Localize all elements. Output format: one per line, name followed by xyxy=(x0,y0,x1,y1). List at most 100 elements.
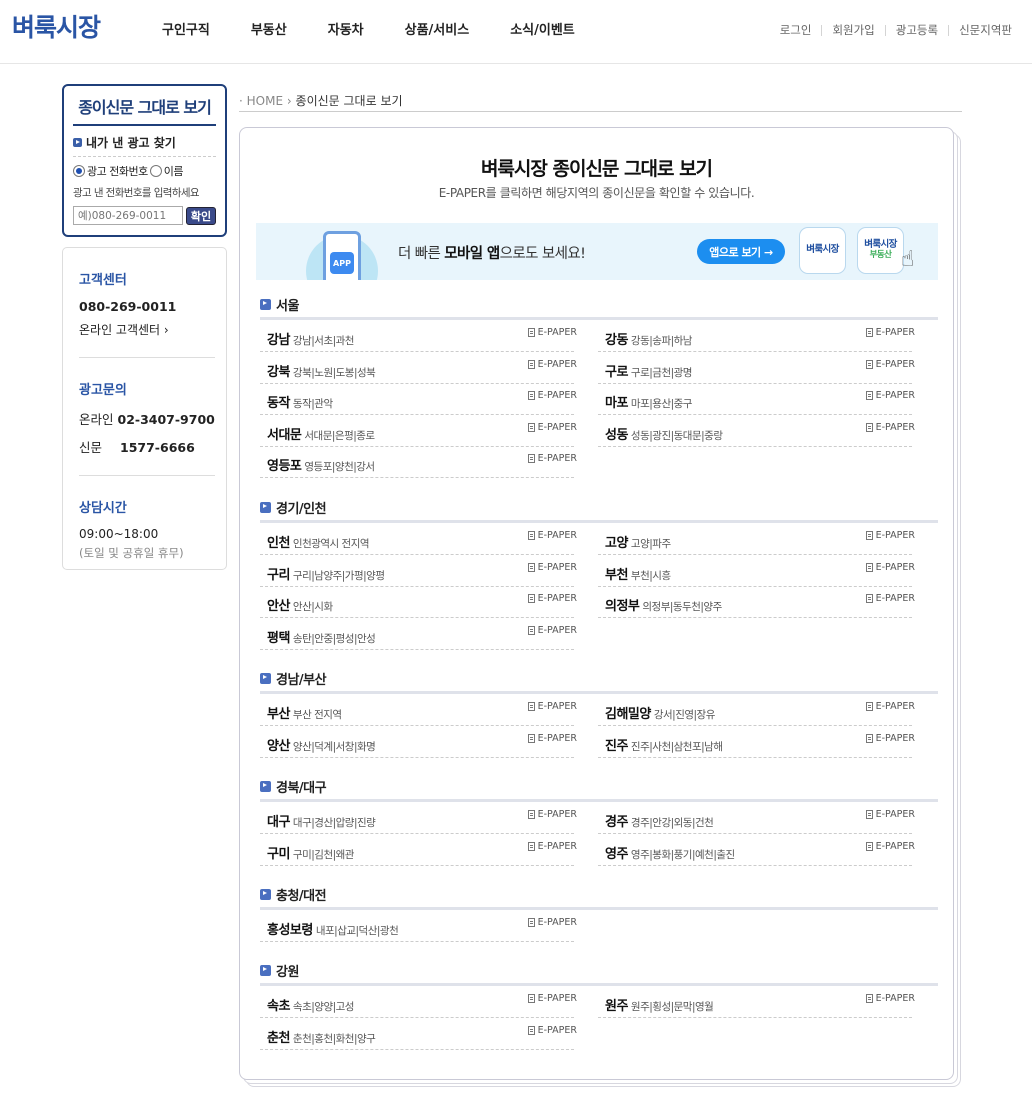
city-label[interactable]: 춘천 춘천|홍천|화천|양구 xyxy=(267,1027,376,1046)
region-item[interactable]: 성동 성동|광진|동대문|중랑 E-PAPER xyxy=(598,415,915,447)
city-label[interactable]: 평택 송탄|안중|평성|안성 xyxy=(267,627,376,646)
epaper-link[interactable]: E-PAPER xyxy=(865,390,915,401)
region-item[interactable]: 부산 부산 전지역 E-PAPER xyxy=(260,694,577,726)
city-label[interactable]: 강북 강북|노원|도봉|성북 xyxy=(267,361,376,380)
login-link[interactable]: 로그인 xyxy=(780,22,812,38)
epaper-link[interactable]: E-PAPER xyxy=(527,733,577,744)
city-label[interactable]: 구리 구리|남양주|가평|양평 xyxy=(267,564,385,583)
radio-phone[interactable] xyxy=(73,165,85,177)
epaper-link[interactable]: E-PAPER xyxy=(865,701,915,712)
epaper-link[interactable]: E-PAPER xyxy=(527,453,577,464)
nav-cars[interactable]: 자동차 xyxy=(328,19,364,38)
phone-search-input[interactable] xyxy=(73,206,183,225)
radio-name-label[interactable]: 이름 xyxy=(164,163,184,179)
city-label[interactable]: 의정부 의정부|동두천|양주 xyxy=(605,595,722,614)
epaper-link[interactable]: E-PAPER xyxy=(527,562,577,573)
epaper-link[interactable]: E-PAPER xyxy=(527,593,577,604)
epaper-link[interactable]: E-PAPER xyxy=(865,562,915,573)
online-customer-center-link[interactable]: 온라인 고객센터 › xyxy=(79,321,215,338)
city-label[interactable]: 원주 원주|횡성|문막|영월 xyxy=(605,995,714,1014)
region-item[interactable]: 경주 경주|안강|외동|건천 E-PAPER xyxy=(598,802,915,834)
region-item[interactable]: 김해밀양 강서|진영|장유 E-PAPER xyxy=(598,694,915,726)
epaper-link[interactable]: E-PAPER xyxy=(527,530,577,541)
epaper-link[interactable]: E-PAPER xyxy=(527,917,577,928)
region-item[interactable]: 안산 안산|시화 E-PAPER xyxy=(260,586,577,618)
confirm-button[interactable]: 확인 xyxy=(186,206,216,225)
epaper-link[interactable]: E-PAPER xyxy=(527,841,577,852)
post-ad-link[interactable]: 광고등록 xyxy=(896,22,938,38)
city-label[interactable]: 경주 경주|안강|외동|건천 xyxy=(605,811,714,830)
city-label[interactable]: 동작 동작|관악 xyxy=(267,392,333,411)
region-item[interactable]: 양산 양산|덕계|서창|화명 E-PAPER xyxy=(260,726,577,758)
region-item[interactable]: 평택 송탄|안중|평성|안성 E-PAPER xyxy=(260,618,577,650)
byeoruk-app-icon[interactable]: 벼룩시장 xyxy=(799,227,846,274)
region-item[interactable]: 춘천 춘천|홍천|화천|양구 E-PAPER xyxy=(260,1018,577,1050)
region-item[interactable]: 강남 강남|서초|과천 E-PAPER xyxy=(260,320,577,352)
epaper-link[interactable]: E-PAPER xyxy=(865,530,915,541)
region-item[interactable]: 영등포 영등포|양천|강서 E-PAPER xyxy=(260,446,577,478)
epaper-link[interactable]: E-PAPER xyxy=(527,701,577,712)
region-item[interactable]: 진주 진주|사천|삼천포|남해 E-PAPER xyxy=(598,726,915,758)
radio-phone-label[interactable]: 광고 전화번호 xyxy=(87,163,148,179)
epaper-link[interactable]: E-PAPER xyxy=(527,809,577,820)
city-label[interactable]: 강동 강동|송파|하남 xyxy=(605,329,692,348)
city-label[interactable]: 양산 양산|덕계|서창|화명 xyxy=(267,735,376,754)
city-label[interactable]: 홍성보령 내포|삽교|덕산|광천 xyxy=(267,919,399,938)
epaper-link[interactable]: E-PAPER xyxy=(527,422,577,433)
epaper-link[interactable]: E-PAPER xyxy=(865,593,915,604)
region-item[interactable]: 대구 대구|경산|압량|진량 E-PAPER xyxy=(260,802,577,834)
epaper-link[interactable]: E-PAPER xyxy=(527,993,577,1004)
region-item[interactable]: 서대문 서대문|은평|종로 E-PAPER xyxy=(260,415,577,447)
city-label[interactable]: 구미 구미|김천|왜관 xyxy=(267,843,354,862)
real-estate-app-icon[interactable]: 벼룩시장 부동산 xyxy=(857,227,904,274)
city-label[interactable]: 부산 부산 전지역 xyxy=(267,703,342,722)
region-item[interactable]: 구미 구미|김천|왜관 E-PAPER xyxy=(260,834,577,866)
mobile-app-banner[interactable]: APP 더 빠른 모바일 앱으로도 보세요! 앱으로 보기 → 벼룩시장 벼룩시… xyxy=(256,223,938,280)
region-item[interactable]: 의정부 의정부|동두천|양주 E-PAPER xyxy=(598,586,915,618)
region-item[interactable]: 구리 구리|남양주|가평|양평 E-PAPER xyxy=(260,555,577,587)
epaper-link[interactable]: E-PAPER xyxy=(527,359,577,370)
city-label[interactable]: 진주 진주|사천|삼천포|남해 xyxy=(605,735,723,754)
city-label[interactable]: 강남 강남|서초|과천 xyxy=(267,329,354,348)
epaper-link[interactable]: E-PAPER xyxy=(865,359,915,370)
city-label[interactable]: 인천 인천광역시 전지역 xyxy=(267,532,370,551)
city-label[interactable]: 대구 대구|경산|압량|진량 xyxy=(267,811,376,830)
epaper-link[interactable]: E-PAPER xyxy=(527,390,577,401)
region-item[interactable]: 홍성보령 내포|삽교|덕산|광천 E-PAPER xyxy=(260,910,577,942)
city-label[interactable]: 부천 부천|시흥 xyxy=(605,564,671,583)
city-label[interactable]: 구로 구로|금천|광명 xyxy=(605,361,692,380)
epaper-link[interactable]: E-PAPER xyxy=(527,1025,577,1036)
city-label[interactable]: 성동 성동|광진|동대문|중랑 xyxy=(605,424,723,443)
region-item[interactable]: 구로 구로|금천|광명 E-PAPER xyxy=(598,352,915,384)
city-label[interactable]: 김해밀양 강서|진영|장유 xyxy=(605,703,715,722)
site-logo[interactable]: 벼룩시장 xyxy=(12,8,101,44)
nav-real-estate[interactable]: 부동산 xyxy=(251,19,287,38)
region-item[interactable]: 강북 강북|노원|도봉|성북 E-PAPER xyxy=(260,352,577,384)
epaper-link[interactable]: E-PAPER xyxy=(865,733,915,744)
signup-link[interactable]: 회원가입 xyxy=(832,22,874,38)
nav-news-events[interactable]: 소식/이벤트 xyxy=(510,19,575,38)
nav-jobs[interactable]: 구인구직 xyxy=(162,19,210,38)
breadcrumb-home[interactable]: HOME xyxy=(247,94,283,108)
epaper-link[interactable]: E-PAPER xyxy=(865,327,915,338)
epaper-link[interactable]: E-PAPER xyxy=(865,809,915,820)
region-item[interactable]: 영주 영주|봉화|풍기|예천|출진 E-PAPER xyxy=(598,834,915,866)
epaper-link[interactable]: E-PAPER xyxy=(865,841,915,852)
open-app-button[interactable]: 앱으로 보기 → xyxy=(697,239,785,264)
region-item[interactable]: 속초 속초|양양|고성 E-PAPER xyxy=(260,986,577,1018)
region-item[interactable]: 고양 고양|파주 E-PAPER xyxy=(598,523,915,555)
epaper-link[interactable]: E-PAPER xyxy=(865,993,915,1004)
epaper-link[interactable]: E-PAPER xyxy=(527,625,577,636)
city-label[interactable]: 영주 영주|봉화|풍기|예천|출진 xyxy=(605,843,735,862)
epaper-link[interactable]: E-PAPER xyxy=(527,327,577,338)
city-label[interactable]: 마포 마포|용산|중구 xyxy=(605,392,692,411)
city-label[interactable]: 속초 속초|양양|고성 xyxy=(267,995,354,1014)
region-item[interactable]: 부천 부천|시흥 E-PAPER xyxy=(598,555,915,587)
city-label[interactable]: 서대문 서대문|은평|종로 xyxy=(267,424,375,443)
region-item[interactable]: 동작 동작|관악 E-PAPER xyxy=(260,383,577,415)
region-item[interactable]: 인천 인천광역시 전지역 E-PAPER xyxy=(260,523,577,555)
city-label[interactable]: 안산 안산|시화 xyxy=(267,595,333,614)
city-label[interactable]: 고양 고양|파주 xyxy=(605,532,671,551)
epaper-link[interactable]: E-PAPER xyxy=(865,422,915,433)
radio-name[interactable] xyxy=(149,165,162,177)
